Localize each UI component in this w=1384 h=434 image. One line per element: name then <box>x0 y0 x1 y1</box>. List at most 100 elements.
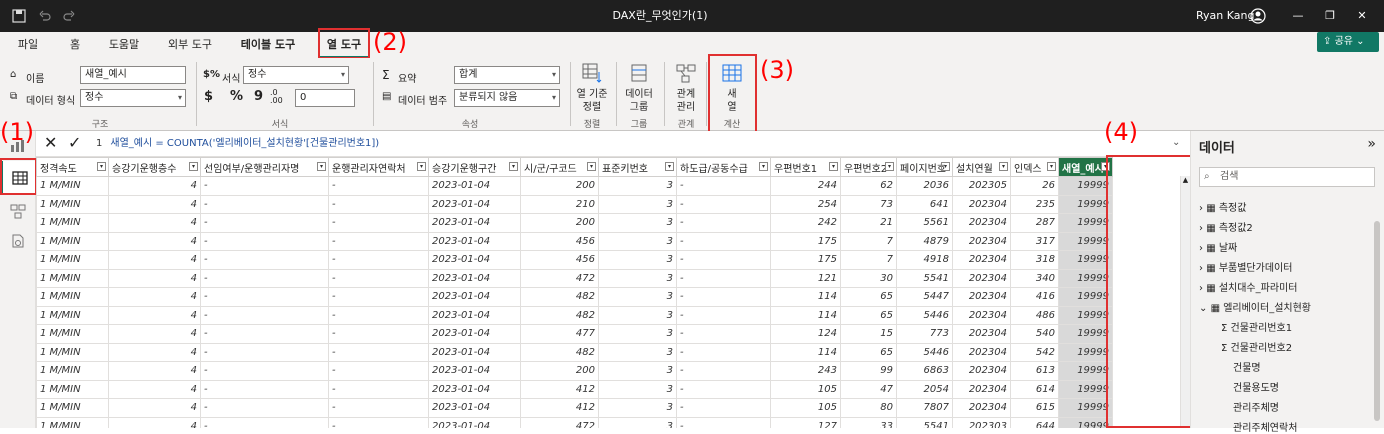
table-cell[interactable]: 773 <box>896 324 953 344</box>
table-cell[interactable]: 65 <box>840 342 897 362</box>
table-cell[interactable]: - <box>328 305 429 325</box>
table-cell[interactable]: 19999 <box>1058 379 1113 399</box>
table-cell[interactable]: 3 <box>598 305 677 325</box>
table-cell[interactable]: 2023-01-04 <box>428 398 521 418</box>
table-cell[interactable]: 412 <box>520 398 599 418</box>
table-cell[interactable]: 3 <box>598 194 677 214</box>
column-header[interactable]: 정격속도 ▾ <box>36 157 109 177</box>
table-cell[interactable]: - <box>200 268 329 288</box>
table-cell[interactable]: 2023-01-04 <box>428 213 521 233</box>
table-cell[interactable]: 1 M/MIN <box>36 361 109 381</box>
table-cell[interactable]: 7 <box>840 231 897 251</box>
table-cell[interactable]: 1 M/MIN <box>36 305 109 325</box>
category-select[interactable]: 분류되지 않음 ▾ <box>454 89 560 107</box>
table-cell[interactable]: 2023-01-04 <box>428 287 521 307</box>
field-item[interactable]: Σ 건물관리번호2 <box>1221 339 1292 354</box>
table-cell[interactable]: 416 <box>1010 287 1059 307</box>
column-header[interactable]: 페이지번호 ▾ <box>896 157 953 177</box>
table-cell[interactable]: 19999 <box>1058 287 1113 307</box>
table-cell[interactable]: 202304 <box>952 194 1011 214</box>
save-icon[interactable] <box>12 9 26 23</box>
table-cell[interactable]: 4918 <box>896 250 953 270</box>
column-header[interactable]: 승강기운행구간 ▾ <box>428 157 521 177</box>
table-cell[interactable]: 19999 <box>1058 361 1113 381</box>
table-cell[interactable]: 202304 <box>952 324 1011 344</box>
table-cell[interactable]: - <box>676 213 771 233</box>
table-cell[interactable]: 202304 <box>952 250 1011 270</box>
table-cell[interactable]: - <box>200 324 329 344</box>
tab-table-tools[interactable]: 테이블 도구 <box>232 32 304 58</box>
table-cell[interactable]: - <box>676 416 771 428</box>
table-cell[interactable]: 202304 <box>952 268 1011 288</box>
table-node[interactable]: ⌄ ▦ 엘리베이터_설치현황 <box>1199 299 1311 314</box>
table-cell[interactable]: 3 <box>598 416 677 428</box>
table-cell[interactable]: - <box>676 231 771 251</box>
table-cell[interactable]: 202304 <box>952 213 1011 233</box>
table-node[interactable]: › ▦ 날짜 <box>1199 239 1237 254</box>
table-cell[interactable]: 19999 <box>1058 194 1113 214</box>
table-cell[interactable]: 4 <box>108 268 201 288</box>
table-cell[interactable]: 3 <box>598 361 677 381</box>
table-cell[interactable]: 3 <box>598 324 677 344</box>
summary-select[interactable]: 합계 ▾ <box>454 66 560 84</box>
filter-dropdown-icon[interactable]: ▾ <box>829 162 838 171</box>
table-cell[interactable]: 3 <box>598 231 677 251</box>
table-cell[interactable]: 2023-01-04 <box>428 324 521 344</box>
table-cell[interactable]: 3 <box>598 176 677 196</box>
table-cell[interactable]: - <box>200 379 329 399</box>
user-name[interactable]: Ryan Kang <box>1196 0 1254 32</box>
table-cell[interactable]: 1 M/MIN <box>36 324 109 344</box>
table-cell[interactable]: 542 <box>1010 342 1059 362</box>
table-cell[interactable]: 4 <box>108 379 201 399</box>
table-cell[interactable]: 1 M/MIN <box>36 287 109 307</box>
table-cell[interactable]: 614 <box>1010 379 1059 399</box>
table-cell[interactable]: 175 <box>770 250 841 270</box>
table-cell[interactable]: 19999 <box>1058 213 1113 233</box>
table-cell[interactable]: 202304 <box>952 398 1011 418</box>
table-cell[interactable]: - <box>328 398 429 418</box>
cancel-formula-icon[interactable]: ✕ <box>44 133 57 152</box>
table-cell[interactable]: 121 <box>770 268 841 288</box>
table-cell[interactable]: - <box>676 379 771 399</box>
table-cell[interactable]: 202304 <box>952 287 1011 307</box>
filter-dropdown-icon[interactable]: ▾ <box>885 162 894 171</box>
comma-button[interactable]: 9 <box>254 89 263 104</box>
table-cell[interactable]: - <box>328 324 429 344</box>
table-cell[interactable]: 243 <box>770 361 841 381</box>
table-cell[interactable]: 1 M/MIN <box>36 398 109 418</box>
table-cell[interactable]: 105 <box>770 379 841 399</box>
formula-input[interactable]: 1 새열_예시 = COUNTA('엘리베이터_설치현황'[건물관리번호1]) <box>96 134 1176 154</box>
table-cell[interactable]: 114 <box>770 287 841 307</box>
table-cell[interactable]: 200 <box>520 213 599 233</box>
table-cell[interactable]: 4 <box>108 194 201 214</box>
table-cell[interactable]: - <box>676 398 771 418</box>
table-cell[interactable]: 4 <box>108 176 201 196</box>
pane-scrollbar[interactable] <box>1374 221 1380 421</box>
table-cell[interactable]: - <box>200 194 329 214</box>
name-input[interactable]: 새열_예시 <box>80 66 186 84</box>
commit-formula-icon[interactable]: ✓ <box>68 133 81 152</box>
table-cell[interactable]: 4 <box>108 213 201 233</box>
table-cell[interactable]: 19999 <box>1058 305 1113 325</box>
table-cell[interactable]: - <box>328 194 429 214</box>
table-cell[interactable]: 477 <box>520 324 599 344</box>
table-cell[interactable]: - <box>200 305 329 325</box>
table-cell[interactable]: 318 <box>1010 250 1059 270</box>
table-cell[interactable]: - <box>328 250 429 270</box>
table-cell[interactable]: 3 <box>598 213 677 233</box>
table-cell[interactable]: 19999 <box>1058 398 1113 418</box>
currency-button[interactable]: $ <box>204 89 213 104</box>
collapse-pane-icon[interactable]: » <box>1367 136 1376 152</box>
table-cell[interactable]: 2023-01-04 <box>428 361 521 381</box>
table-cell[interactable]: 19999 <box>1058 268 1113 288</box>
column-header[interactable]: 표준키번호 ▾ <box>598 157 677 177</box>
table-cell[interactable]: - <box>200 213 329 233</box>
column-header[interactable]: 운행관리자연락처 ▾ <box>328 157 429 177</box>
table-cell[interactable]: - <box>676 194 771 214</box>
table-cell[interactable]: 2036 <box>896 176 953 196</box>
table-cell[interactable]: 21 <box>840 213 897 233</box>
table-cell[interactable]: 613 <box>1010 361 1059 381</box>
table-cell[interactable]: 2023-01-04 <box>428 342 521 362</box>
table-cell[interactable]: 472 <box>520 416 599 428</box>
filter-dropdown-icon[interactable]: ▾ <box>587 162 596 171</box>
